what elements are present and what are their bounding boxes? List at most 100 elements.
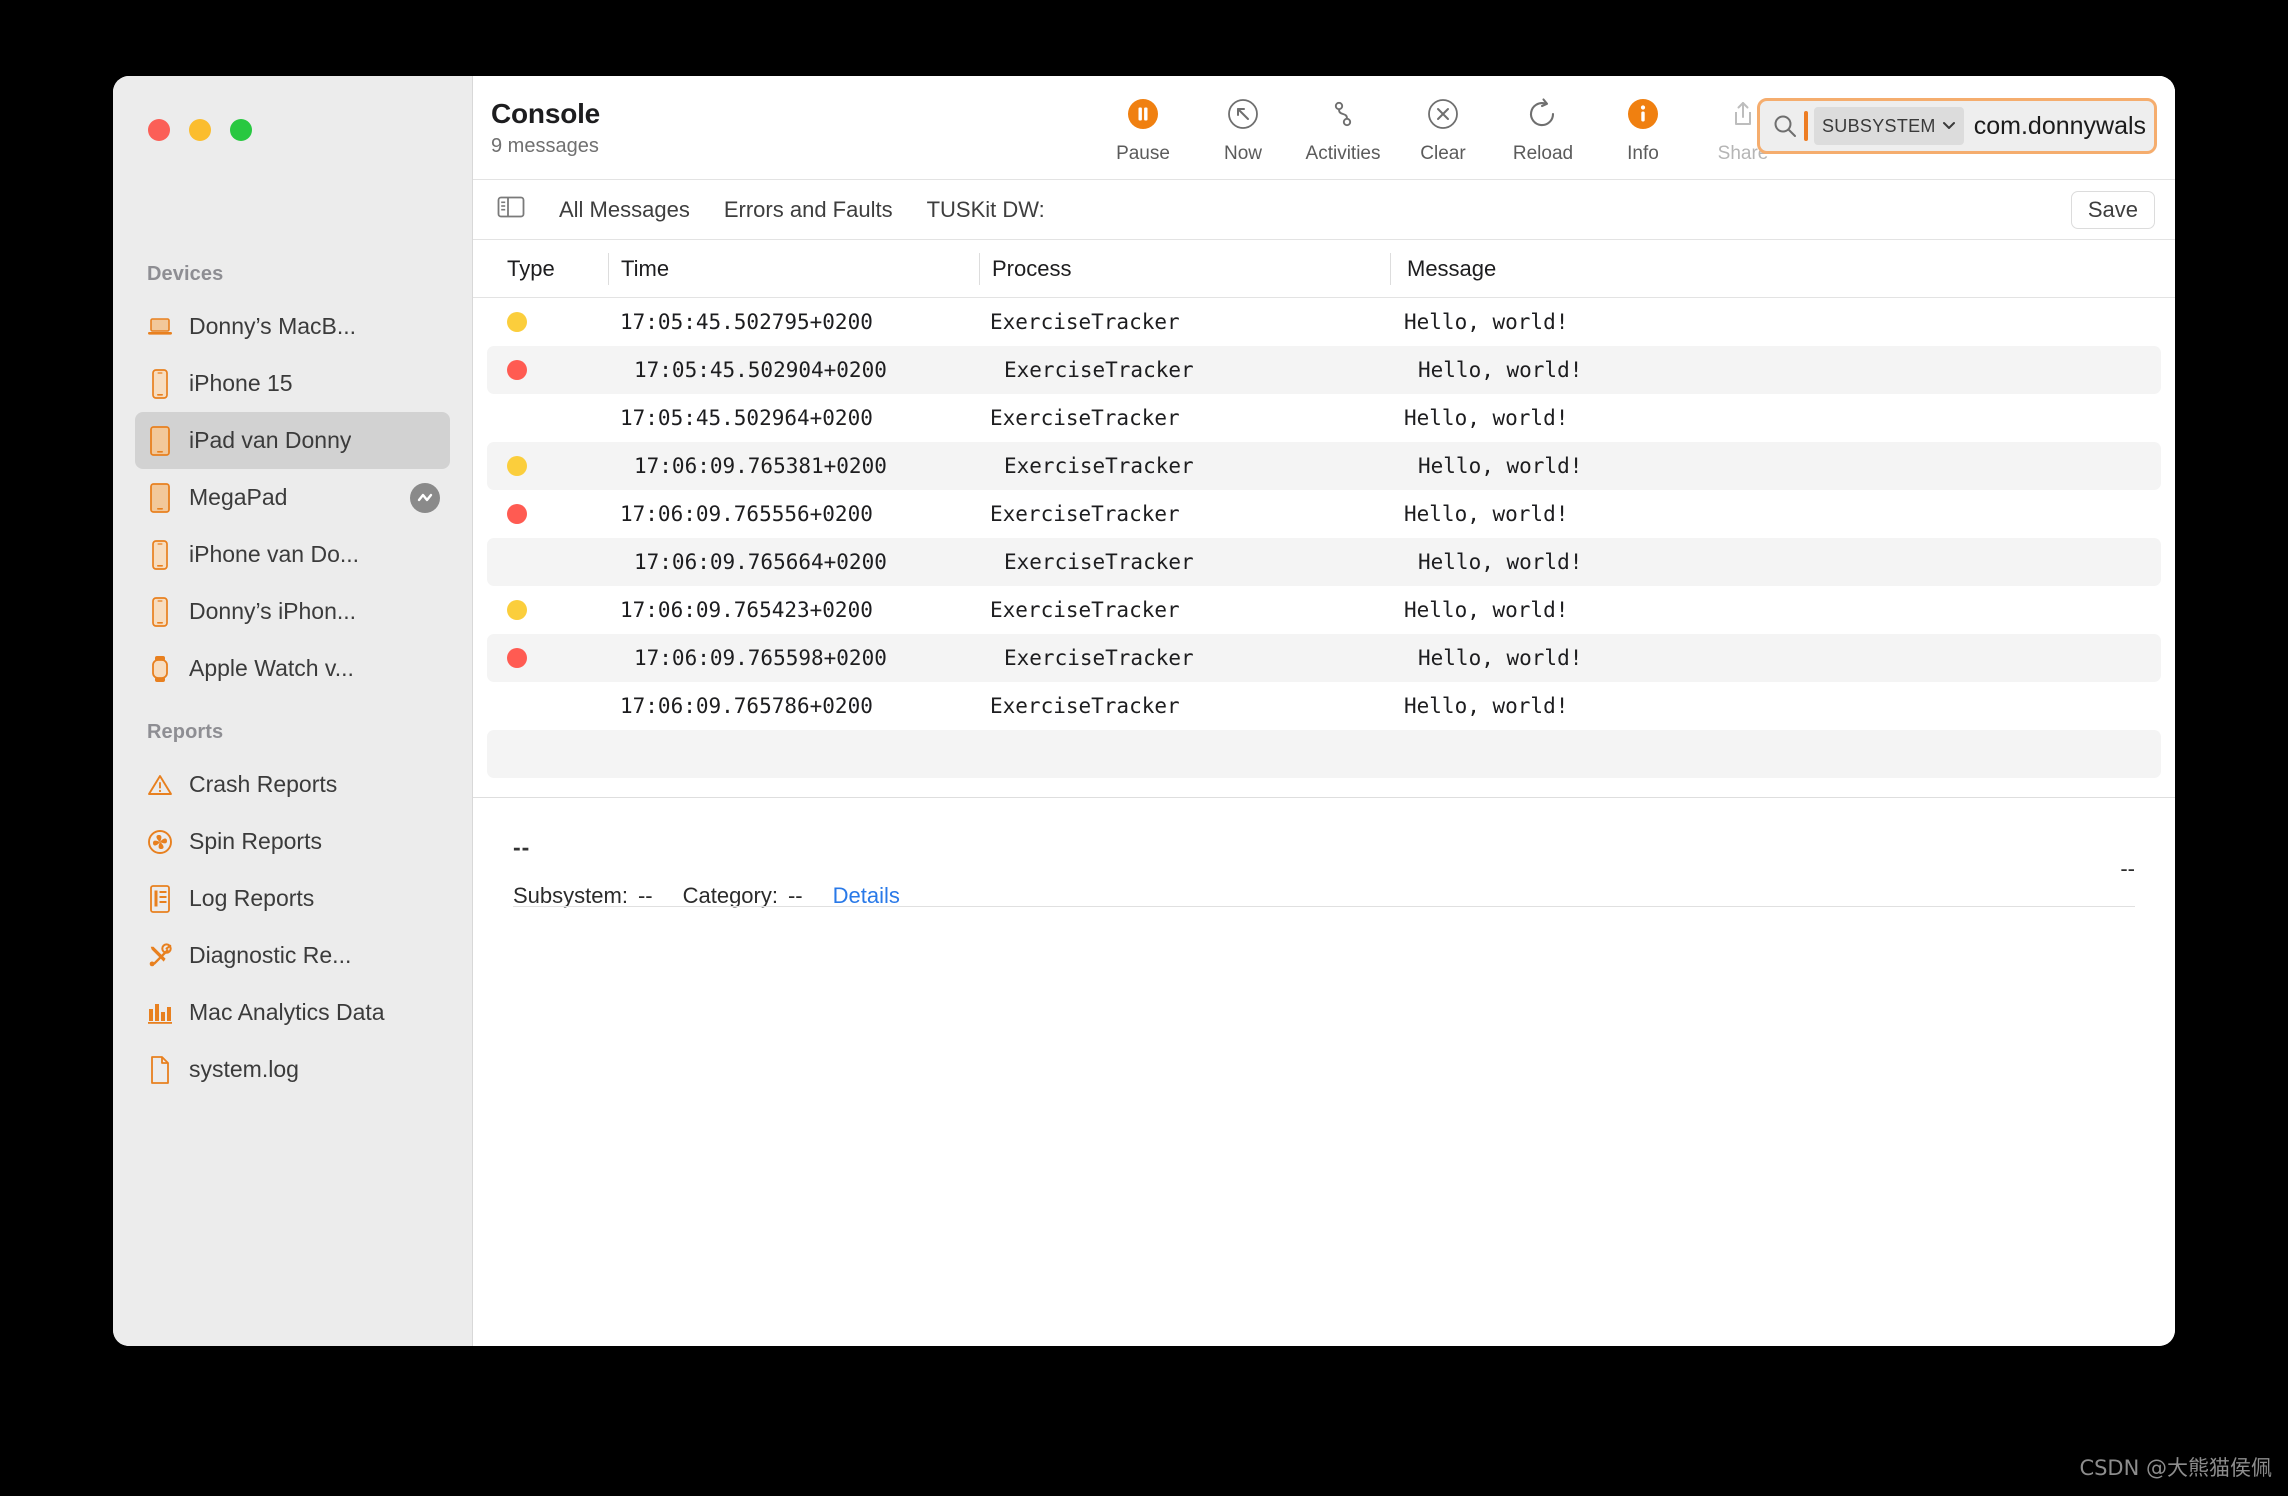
share-icon — [1726, 94, 1760, 134]
column-header-message[interactable]: Message — [1391, 256, 2175, 282]
cell-time: 17:06:09.765556+0200 — [620, 502, 873, 526]
sidebar-item-label: Diagnostic Re... — [189, 942, 352, 968]
sidebar-item-ipad-van-donny[interactable]: iPad van Donny — [135, 412, 450, 469]
cell-message: Hello, world! — [1404, 694, 1569, 718]
table-row[interactable]: 17:05:45.502964+0200 ExerciseTracker Hello… — [473, 394, 2175, 442]
close-button[interactable] — [148, 119, 170, 141]
toolbar-buttons: Pause Now Activities Clear Reload Info S… — [1093, 94, 1793, 165]
warning-triangle-icon — [147, 770, 173, 800]
sidebar-item-donnys-iphone[interactable]: Donny’s iPhon... — [135, 583, 450, 640]
cell-type — [473, 696, 608, 716]
sidebar-item-apple-watch[interactable]: Apple Watch v... — [135, 640, 450, 697]
search-field[interactable]: SUBSYSTEM com.donnywals — [1757, 98, 2157, 154]
sidebar-item-donnys-macbook[interactable]: Donny’s MacB... — [135, 298, 450, 355]
minimize-button[interactable] — [189, 119, 211, 141]
now-button[interactable]: Now — [1193, 94, 1293, 165]
sidebar-item-label: Spin Reports — [189, 828, 322, 854]
ipad-icon — [147, 425, 173, 456]
cell-process: ExerciseTracker — [990, 694, 1180, 718]
column-header-time[interactable]: Time — [609, 256, 979, 282]
sidebar-item-label: system.log — [189, 1056, 299, 1082]
type-yellow-dot-icon — [507, 456, 527, 476]
table-empty-row — [487, 730, 2161, 778]
search-input[interactable]: com.donnywals — [1970, 112, 2146, 141]
search-token-subsystem[interactable]: SUBSYSTEM — [1814, 107, 1964, 145]
sidebar-item-iphone-15[interactable]: iPhone 15 — [135, 355, 450, 412]
cell-type — [473, 600, 608, 620]
sidebar-item-system-log[interactable]: system.log — [135, 1041, 450, 1098]
column-header-type[interactable]: Type — [473, 256, 608, 282]
sidebar-item-label: Mac Analytics Data — [189, 999, 385, 1025]
sidebar-devices-list: Donny’s MacB... iPhone 15 iPad van Donny… — [113, 298, 472, 697]
sidebar-item-label: Donny’s iPhon... — [189, 598, 357, 624]
sidebar-item-log-reports[interactable]: Log Reports — [135, 870, 450, 927]
zoom-button[interactable] — [230, 119, 252, 141]
cell-type — [487, 552, 622, 572]
cell-message: Hello, world! — [1418, 646, 1583, 670]
cell-message: Hello, world! — [1404, 598, 1569, 622]
sidebar-item-megapad[interactable]: MegaPad — [135, 469, 450, 526]
sidebar-item-label: Log Reports — [189, 885, 315, 911]
detail-pane: -- Subsystem: -- Category: -- Details -- — [473, 798, 2175, 1346]
tools-icon — [147, 941, 173, 971]
info-label: Info — [1627, 143, 1659, 164]
detail-right-value: -- — [2120, 856, 2135, 881]
table-row[interactable]: 17:06:09.765598+0200 ExerciseTracker Hello… — [487, 634, 2161, 682]
chevron-down-icon[interactable] — [1942, 117, 1956, 135]
pause-button[interactable]: Pause — [1093, 94, 1193, 165]
search-icon — [1772, 113, 1798, 139]
table-row[interactable]: 17:06:09.765664+0200 ExerciseTracker Hello… — [487, 538, 2161, 586]
reload-button[interactable]: Reload — [1493, 94, 1593, 165]
reload-label: Reload — [1512, 143, 1574, 164]
activities-button[interactable]: Activities — [1293, 94, 1393, 165]
filter-errors-and-faults[interactable]: Errors and Faults — [724, 197, 893, 223]
cell-process: ExerciseTracker — [1004, 646, 1194, 670]
sidebar-item-crash-reports[interactable]: Crash Reports — [135, 756, 450, 813]
filter-tuskit-dw[interactable]: TUSKit DW: — [927, 197, 1045, 223]
cell-time: 17:06:09.765423+0200 — [620, 598, 873, 622]
table-row[interactable]: 17:06:09.765423+0200 ExerciseTracker Hello… — [473, 586, 2175, 634]
activities-icon — [1326, 94, 1360, 134]
cell-message: Hello, world! — [1404, 310, 1569, 334]
sidebar-item-iphone-van-do[interactable]: iPhone van Do... — [135, 526, 450, 583]
search-token-label: SUBSYSTEM — [1822, 115, 1936, 136]
cell-time: 17:06:09.765598+0200 — [634, 646, 887, 670]
main-area: Console 9 messages Pause Now Activities … — [473, 76, 2175, 1346]
sidebar-item-diagnostic-reports[interactable]: Diagnostic Re... — [135, 927, 450, 984]
filter-all-messages[interactable]: All Messages — [559, 197, 690, 223]
sidebar-item-mac-analytics-data[interactable]: Mac Analytics Data — [135, 984, 450, 1041]
info-button[interactable]: Info — [1593, 94, 1693, 165]
table-header: Type Time Process Message — [473, 240, 2175, 298]
column-header-process[interactable]: Process — [980, 256, 1390, 282]
table-row[interactable]: 17:06:09.765381+0200 ExerciseTracker Hello… — [487, 442, 2161, 490]
info-icon — [1626, 94, 1660, 134]
type-yellow-dot-icon — [507, 600, 527, 620]
sidebar-item-label: Crash Reports — [189, 771, 338, 797]
cell-message: Hello, world! — [1404, 406, 1569, 430]
table-row[interactable]: 17:05:45.502795+0200 ExerciseTracker Hello… — [473, 298, 2175, 346]
file-icon — [147, 1055, 173, 1085]
table-row[interactable]: 17:06:09.765786+0200 ExerciseTracker Hello… — [473, 682, 2175, 730]
type-none-icon — [507, 552, 527, 572]
type-none-icon — [507, 408, 527, 428]
cell-time: 17:05:45.502964+0200 — [620, 406, 873, 430]
sidebar-item-label: MegaPad — [189, 484, 288, 510]
table-row[interactable]: 17:05:45.502904+0200 ExerciseTracker Hello… — [487, 346, 2161, 394]
activity-badge-icon[interactable] — [410, 482, 440, 513]
sidebar-item-spin-reports[interactable]: Spin Reports — [135, 813, 450, 870]
save-button[interactable]: Save — [2070, 190, 2155, 229]
type-yellow-dot-icon — [507, 312, 527, 332]
log-table-body: 17:05:45.502795+0200 ExerciseTracker Hello… — [473, 298, 2175, 778]
sidebar-toggle-icon[interactable] — [497, 195, 525, 224]
cell-process: ExerciseTracker — [1004, 454, 1194, 478]
clear-button[interactable]: Clear — [1393, 94, 1493, 165]
pause-label: Pause — [1116, 143, 1170, 164]
reload-icon — [1526, 94, 1560, 134]
cell-type — [473, 504, 608, 524]
sidebar-item-label: Apple Watch v... — [189, 655, 354, 681]
table-row[interactable]: 17:06:09.765556+0200 ExerciseTracker Hello… — [473, 490, 2175, 538]
cell-process: ExerciseTracker — [990, 598, 1180, 622]
activities-label: Activities — [1305, 143, 1381, 164]
cell-message: Hello, world! — [1418, 454, 1583, 478]
cell-type — [487, 648, 622, 668]
